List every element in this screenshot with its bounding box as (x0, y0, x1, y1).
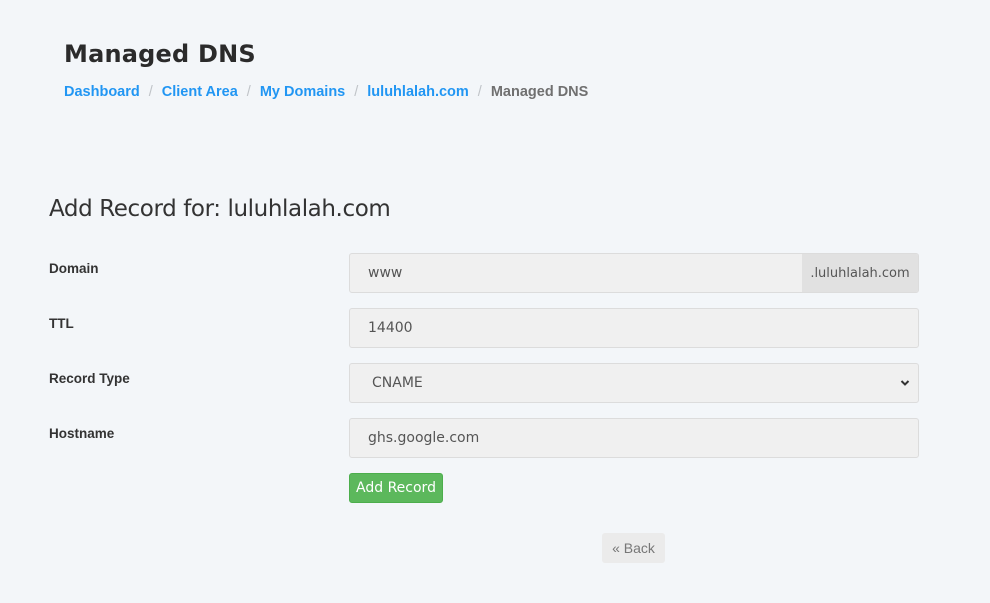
breadcrumb-separator: / (354, 84, 359, 100)
chevron-down-icon (900, 380, 910, 386)
breadcrumb: Dashboard / Client Area / My Domains / l… (64, 84, 588, 100)
breadcrumb-dashboard[interactable]: Dashboard (64, 84, 140, 100)
breadcrumb-separator: / (246, 84, 251, 100)
hostname-input[interactable]: ghs.google.com (349, 418, 919, 458)
breadcrumb-domain[interactable]: luluhlalah.com (367, 84, 469, 100)
breadcrumb-separator: / (477, 84, 482, 100)
breadcrumb-current: Managed DNS (490, 84, 589, 100)
domain-input-group: www .luluhlalah.com (349, 253, 919, 293)
hostname-row: Hostname ghs.google.com (49, 418, 919, 458)
hostname-label: Hostname (49, 426, 115, 441)
ttl-input[interactable]: 14400 (349, 308, 919, 348)
domain-suffix: .luluhlalah.com (802, 254, 918, 292)
add-record-title: Add Record for: luluhlalah.com (49, 196, 391, 222)
domain-row: Domain www .luluhlalah.com (49, 253, 919, 293)
domain-input[interactable]: www (350, 254, 802, 292)
add-record-button[interactable]: Add Record (349, 473, 443, 503)
breadcrumb-client-area[interactable]: Client Area (162, 84, 238, 100)
ttl-label: TTL (49, 316, 74, 331)
domain-label: Domain (49, 261, 99, 276)
breadcrumb-my-domains[interactable]: My Domains (260, 84, 345, 100)
record-type-label: Record Type (49, 371, 130, 386)
record-type-value: CNAME (372, 375, 423, 391)
record-type-select[interactable]: CNAME (349, 363, 919, 403)
page-title: Managed DNS (64, 40, 256, 68)
breadcrumb-separator: / (148, 84, 153, 100)
ttl-row: TTL 14400 (49, 308, 919, 348)
record-type-row: Record Type CNAME (49, 363, 919, 403)
back-button[interactable]: « Back (602, 533, 665, 563)
